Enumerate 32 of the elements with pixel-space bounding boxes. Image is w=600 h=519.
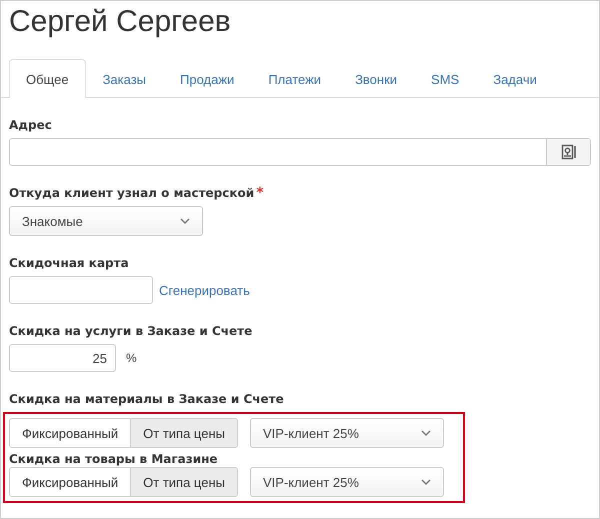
- chevron-down-icon: [420, 479, 431, 485]
- field-label: Откуда клиент узнал о мастерской: [9, 186, 254, 200]
- tab[interactable]: Продажи: [163, 60, 252, 98]
- segment-button[interactable]: Фиксированный: [10, 468, 132, 496]
- segment-button[interactable]: Фиксированный: [10, 419, 132, 447]
- required-mark: *: [256, 185, 264, 201]
- segment-button[interactable]: От типа цены: [131, 468, 237, 496]
- discount-field[interactable]: 25: [9, 344, 116, 372]
- tab[interactable]: Платежи: [251, 60, 338, 98]
- tab[interactable]: Общее: [9, 59, 86, 98]
- field-label: Скидка на товары в Магазине: [9, 452, 218, 466]
- field-label: Скидка на услуги в Заказе и Счете: [9, 324, 252, 338]
- page-title: Сергей Сергеев: [8, 4, 232, 40]
- chevron-down-icon: [180, 218, 190, 224]
- segment-button[interactable]: От типа цены: [131, 419, 237, 447]
- field-label: Скидочная карта: [9, 256, 129, 270]
- card-field[interactable]: [9, 276, 153, 304]
- tab[interactable]: Задачи: [476, 60, 554, 98]
- field-label: Адрес: [9, 118, 52, 132]
- tab[interactable]: SMS: [414, 60, 476, 98]
- map-button[interactable]: [546, 139, 590, 165]
- map-pin-icon: [560, 144, 576, 160]
- chevron-down-icon: [420, 430, 431, 436]
- tab[interactable]: Заказы: [86, 60, 164, 98]
- source-dropdown[interactable]: Знакомые: [9, 206, 203, 236]
- percent-unit: %: [126, 351, 137, 365]
- field-label: Скидка на материалы в Заказе и Счете: [9, 392, 284, 406]
- generate-link[interactable]: Сгенерировать: [159, 282, 250, 298]
- price-type-dropdown[interactable]: VIP-клиент 25%: [250, 467, 444, 497]
- tab[interactable]: Звонки: [338, 60, 414, 98]
- price-type-dropdown[interactable]: VIP-клиент 25%: [250, 418, 444, 448]
- address-field[interactable]: [9, 138, 591, 166]
